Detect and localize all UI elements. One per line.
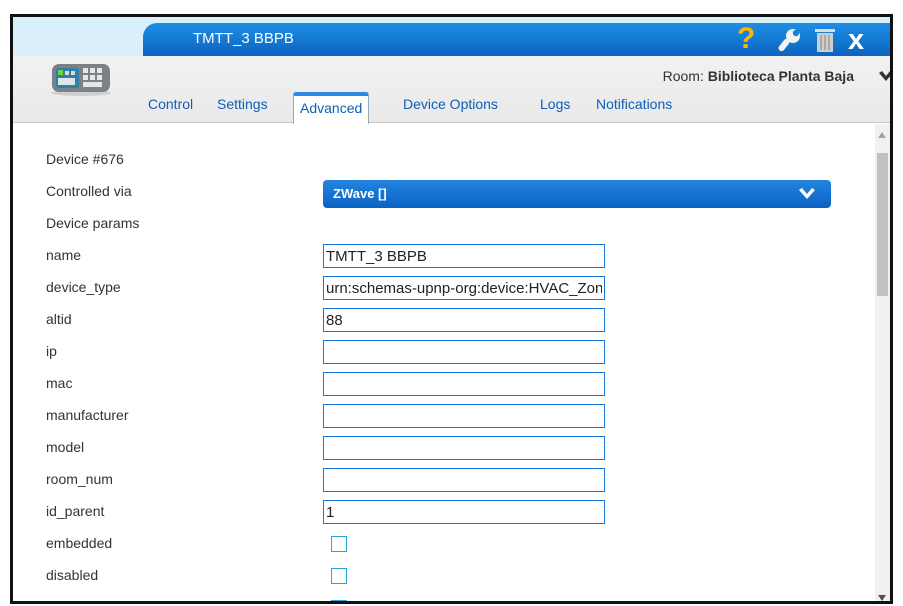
tab-advanced[interactable]: Advanced bbox=[293, 92, 370, 124]
disabled-checkbox[interactable] bbox=[331, 568, 347, 584]
param-label-mac: mac bbox=[46, 375, 73, 391]
device-dialog: TMTT_3 BBPB ? x Room: Biblioteca Planta … bbox=[10, 14, 893, 604]
tab-bar: Control Settings Advanced Device Options… bbox=[13, 92, 890, 124]
scroll-down-arrow-icon[interactable] bbox=[878, 595, 886, 601]
param-label-device-type: device_type bbox=[46, 279, 121, 295]
tab-device-options[interactable]: Device Options bbox=[403, 96, 498, 112]
vertical-scrollbar[interactable] bbox=[875, 124, 890, 601]
room-name: Biblioteca Planta Baja bbox=[707, 68, 854, 84]
dialog-title: TMTT_3 BBPB bbox=[193, 30, 294, 47]
altid-field[interactable] bbox=[323, 308, 605, 332]
title-bar: TMTT_3 BBPB ? x bbox=[143, 22, 890, 56]
room-label: Room: Biblioteca Planta Baja bbox=[663, 68, 854, 84]
tab-settings[interactable]: Settings bbox=[217, 96, 268, 112]
restricted-checkbox[interactable] bbox=[331, 600, 347, 601]
param-label-manufacturer: manufacturer bbox=[46, 407, 129, 423]
device-icon bbox=[51, 64, 111, 96]
close-icon[interactable]: x bbox=[848, 24, 864, 56]
param-label-name: name bbox=[46, 247, 82, 263]
controlled-via-label: Controlled via bbox=[46, 183, 132, 199]
chevron-down-icon[interactable] bbox=[878, 70, 893, 84]
param-label-embedded: embedded bbox=[46, 535, 113, 551]
param-label-id-parent: id_parent bbox=[46, 503, 105, 519]
device-params-label: Device params bbox=[46, 215, 140, 231]
device-number: Device #676 bbox=[46, 151, 124, 167]
param-label-model: model bbox=[46, 439, 85, 455]
manufacturer-field[interactable] bbox=[323, 404, 605, 428]
device-type-field[interactable] bbox=[323, 276, 605, 300]
help-icon[interactable]: ? bbox=[737, 22, 755, 56]
scroll-thumb[interactable] bbox=[877, 153, 888, 296]
param-label-disabled: disabled bbox=[46, 567, 99, 583]
ip-field[interactable] bbox=[323, 340, 605, 364]
param-label-altid: altid bbox=[46, 311, 72, 327]
wrench-icon[interactable] bbox=[776, 27, 804, 53]
embedded-checkbox[interactable] bbox=[331, 536, 347, 552]
scroll-up-arrow-icon[interactable] bbox=[878, 132, 886, 138]
tab-notifications[interactable]: Notifications bbox=[596, 96, 672, 112]
name-field[interactable] bbox=[323, 244, 605, 268]
model-field[interactable] bbox=[323, 436, 605, 460]
controlled-via-select[interactable]: ZWave [] bbox=[323, 180, 831, 208]
trash-icon[interactable] bbox=[813, 27, 837, 53]
id-parent-field[interactable] bbox=[323, 500, 605, 524]
param-label-restricted: restricted bbox=[46, 599, 104, 601]
param-label-ip: ip bbox=[46, 343, 57, 359]
controlled-via-value: ZWave [] bbox=[333, 186, 387, 201]
chevron-down-icon bbox=[799, 188, 815, 199]
tab-logs[interactable]: Logs bbox=[540, 96, 570, 112]
room-prefix: Room: bbox=[662, 68, 704, 84]
advanced-panel: Device #676 Controlled via ZWave [] Devi… bbox=[13, 124, 875, 601]
room-num-field[interactable] bbox=[323, 468, 605, 492]
param-label-room-num: room_num bbox=[46, 471, 113, 487]
mac-field[interactable] bbox=[323, 372, 605, 396]
tab-control[interactable]: Control bbox=[148, 96, 193, 112]
dialog-header: TMTT_3 BBPB ? x Room: Biblioteca Planta … bbox=[13, 17, 893, 124]
